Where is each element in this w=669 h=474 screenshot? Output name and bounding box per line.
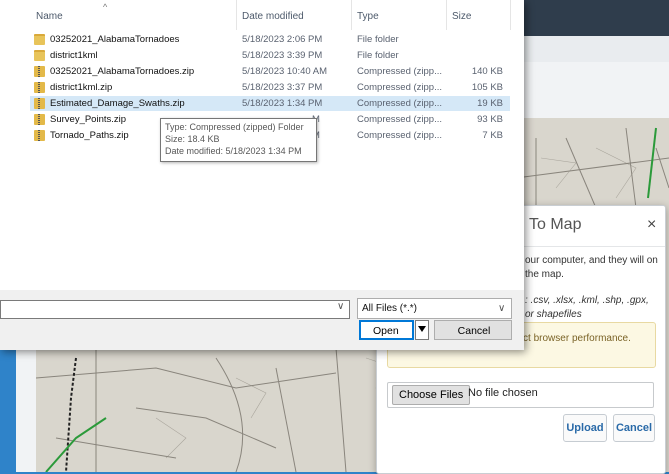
- file-row-selected[interactable]: Estimated_Damage_Swaths.zip 5/18/2023 1:…: [30, 96, 510, 111]
- file-name: 03252021_AlabamaTornadoes: [50, 34, 180, 45]
- file-type-filter[interactable]: All Files (*.*) ∨: [357, 298, 512, 319]
- column-header-size[interactable]: Size: [452, 11, 471, 22]
- file-name: Survey_Points.zip: [50, 114, 127, 125]
- file-size: 19 KB: [477, 98, 503, 109]
- open-button[interactable]: Open: [359, 320, 414, 340]
- file-date: 5/18/2023 2:06 PM: [242, 34, 323, 45]
- file-date: 5/18/2023 3:39 PM: [242, 50, 323, 61]
- file-name: Estimated_Damage_Swaths.zip: [50, 98, 185, 109]
- file-row[interactable]: 03252021_AlabamaTornadoes 5/18/2023 2:06…: [30, 32, 510, 47]
- modal-cancel-button[interactable]: Cancel: [613, 414, 655, 442]
- chevron-down-icon[interactable]: ∨: [337, 301, 344, 312]
- folder-icon: [34, 50, 45, 61]
- file-size: 93 KB: [477, 114, 503, 125]
- close-icon[interactable]: ×: [647, 216, 656, 234]
- modal-title: To Map: [529, 216, 582, 233]
- file-type: Compressed (zipp...: [357, 114, 443, 125]
- file-info-tooltip: Type: Compressed (zipped) Folder Size: 1…: [160, 118, 317, 162]
- folder-icon: [34, 34, 45, 45]
- file-size: 105 KB: [471, 82, 503, 93]
- open-dropdown-button[interactable]: [415, 320, 429, 340]
- file-name: 03252021_AlabamaTornadoes.zip: [50, 66, 195, 77]
- file-name: district1kml: [50, 50, 98, 61]
- zip-icon: [34, 82, 45, 93]
- file-date: 5/18/2023 10:40 AM: [242, 66, 328, 77]
- file-date: 5/18/2023 1:34 PM: [242, 98, 323, 109]
- supported-formats-text: : .csv, .xlsx, .kml, .shp, .gpx, or shap…: [525, 295, 649, 320]
- upload-button[interactable]: Upload: [563, 414, 607, 442]
- file-row[interactable]: district1kml 5/18/2023 3:39 PM File fold…: [30, 48, 510, 63]
- file-size: 140 KB: [471, 66, 503, 77]
- file-size: 7 KB: [482, 130, 503, 141]
- file-name: district1kml.zip: [50, 82, 113, 93]
- chevron-down-icon: ∨: [498, 303, 506, 314]
- file-list-header: ^ Name Date modified Type Size: [0, 0, 524, 30]
- file-date: 5/18/2023 3:37 PM: [242, 82, 323, 93]
- column-header-type[interactable]: Type: [357, 11, 379, 22]
- file-name: Tornado_Paths.zip: [50, 130, 129, 141]
- filename-input[interactable]: [0, 300, 350, 319]
- cancel-button-label: Cancel: [457, 325, 491, 337]
- filter-label: All Files (*.*): [362, 303, 418, 314]
- column-divider[interactable]: [236, 0, 237, 30]
- file-type: Compressed (zipp...: [357, 130, 443, 141]
- file-open-dialog: ^ Name Date modified Type Size 03252021_…: [0, 0, 524, 350]
- zip-icon: [34, 130, 45, 141]
- column-divider[interactable]: [351, 0, 352, 30]
- file-row[interactable]: 03252021_AlabamaTornadoes.zip 5/18/2023 …: [30, 64, 510, 79]
- file-type: Compressed (zipp...: [357, 82, 443, 93]
- zip-icon: [34, 66, 45, 77]
- no-file-chosen-text: No file chosen: [468, 387, 538, 399]
- file-input[interactable]: Choose Files No file chosen: [387, 382, 654, 408]
- open-button-label: Open: [373, 325, 399, 337]
- file-type: File folder: [357, 34, 399, 45]
- caret-down-icon: [418, 326, 426, 332]
- file-type: Compressed (zipp...: [357, 66, 443, 77]
- column-header-date[interactable]: Date modified: [242, 11, 304, 22]
- cancel-button[interactable]: Cancel: [434, 320, 512, 340]
- file-type: Compressed (zipp...: [357, 98, 443, 109]
- sort-caret-icon: ^: [103, 2, 108, 12]
- tooltip-type: Type: Compressed (zipped) Folder: [165, 122, 304, 132]
- file-type: File folder: [357, 50, 399, 61]
- modal-description: our computer, and they will on the map.: [525, 255, 658, 280]
- zip-icon: [34, 98, 45, 109]
- zip-icon: [34, 114, 45, 125]
- column-header-name[interactable]: Name: [36, 11, 63, 22]
- column-divider[interactable]: [446, 0, 447, 30]
- column-divider[interactable]: [510, 0, 511, 30]
- tooltip-modified: Date modified: 5/18/2023 1:34 PM: [165, 146, 302, 156]
- choose-files-button[interactable]: Choose Files: [392, 385, 471, 405]
- tooltip-size: Size: 18.4 KB: [165, 134, 220, 144]
- file-row[interactable]: district1kml.zip 5/18/2023 3:37 PM Compr…: [30, 80, 510, 95]
